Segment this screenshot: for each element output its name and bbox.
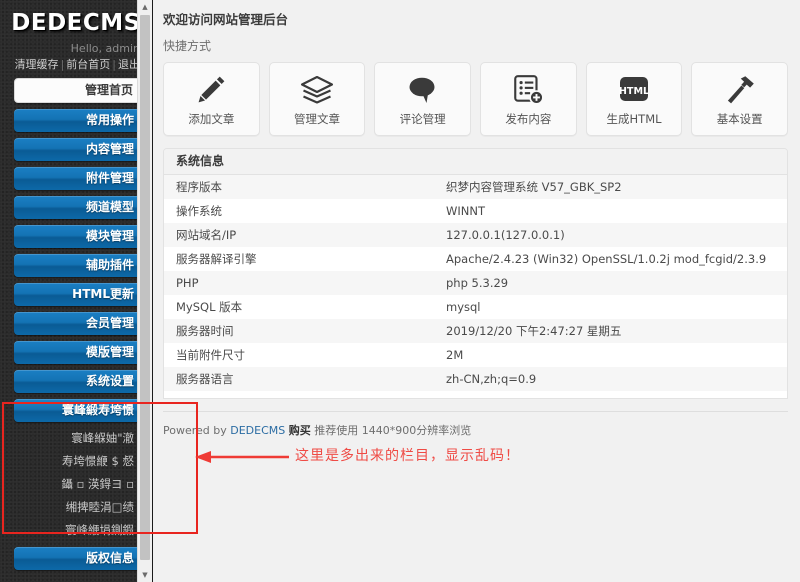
panel-title: 系统信息	[164, 149, 787, 175]
shortcut-label: 管理文章	[294, 112, 340, 126]
table-row: 服务器解译引擎 Apache/2.4.23 (Win32) OpenSSL/1.…	[164, 247, 787, 271]
sidebar-item-copyright-info[interactable]: 版权信息	[14, 547, 144, 570]
admin-page: DEDECMS Hello, admin 清理缓存 | 前台首页 | 退出 管理首页 常…	[0, 0, 800, 582]
sidebar-item-garbled-header[interactable]: 寰峰緞寿垮憬	[14, 399, 144, 422]
powered-by-text: Powered by	[163, 424, 227, 437]
row-key: 服务器语言	[176, 372, 234, 386]
row-value: 2019/12/20 下午2:47:27 星期五	[446, 324, 622, 338]
table-row: 程序版本 织梦内容管理系统 V57_GBK_SP2	[164, 175, 787, 199]
hammer-icon	[723, 71, 757, 109]
sidebar-subitem-garbled-5[interactable]: 寰峰緶埍鍘鍜	[14, 520, 144, 540]
sidebar-item-member-mgmt[interactable]: 会员管理	[14, 312, 144, 335]
sidebar-scrollbar[interactable]: ▲ ▼	[137, 0, 152, 582]
shortcut-add-article[interactable]: 添加文章	[163, 62, 260, 136]
sidebar-menu: 管理首页 常用操作 内容管理 附件管理 频道模型 模块管理 辅助插件 HTML更…	[0, 78, 152, 570]
sidebar-item-module-mgmt[interactable]: 模块管理	[14, 225, 144, 248]
sidebar-subitem-garbled-1[interactable]: 寰峰緥妯"澈	[14, 428, 144, 448]
scroll-down-arrow-icon[interactable]: ▼	[138, 568, 152, 582]
table-row: MySQL 版本 mysql	[164, 295, 787, 319]
greeting-text: Hello, admin	[70, 42, 140, 55]
table-row: 网站域名/IP 127.0.0.1(127.0.0.1)	[164, 223, 787, 247]
table-row: 服务器时间 2019/12/20 下午2:47:27 星期五	[164, 319, 787, 343]
row-value: php 5.3.29	[446, 276, 509, 290]
row-key: MySQL 版本	[176, 300, 243, 314]
shortcuts-label: 快捷方式	[163, 39, 212, 53]
sidebar-item-template-mgmt[interactable]: 模版管理	[14, 341, 144, 364]
shortcut-manage-article[interactable]: 管理文章	[268, 62, 366, 136]
shortcut-label: 基本设置	[716, 112, 763, 126]
shortcut-comment-mgmt[interactable]: 评论管理	[374, 62, 472, 136]
sidebar-item-html-update[interactable]: HTML更新	[14, 283, 144, 306]
sidebar: DEDECMS Hello, admin 清理缓存 | 前台首页 | 退出 管理首页 常…	[0, 0, 153, 582]
sidebar-item-system-settings[interactable]: 系统设置	[14, 370, 144, 393]
buy-link[interactable]: 购买	[289, 424, 311, 437]
row-value: Apache/2.4.23 (Win32) OpenSSL/1.0.2j mod…	[446, 252, 767, 266]
table-row: PHP php 5.3.29	[164, 271, 787, 295]
row-value: zh-CN,zh;q=0.9	[446, 372, 537, 386]
table-row: 服务器语言 zh-CN,zh;q=0.9	[164, 367, 787, 391]
panel-bottom-spacer	[164, 391, 787, 398]
clear-cache-link[interactable]: 清理缓存	[15, 58, 59, 71]
main-header: 欢迎访问网站管理后台 快捷方式	[153, 0, 800, 54]
sidebar-item-common-ops[interactable]: 常用操作	[14, 109, 144, 132]
row-value: 织梦内容管理系统 V57_GBK_SP2	[446, 180, 622, 194]
brand-logo: DEDECMS	[11, 10, 141, 36]
row-value: 127.0.0.1(127.0.0.1)	[446, 228, 565, 242]
row-value: mysql	[446, 300, 481, 314]
sidebar-subitem-garbled-3[interactable]: 鑷 ▫ 渶鍀ヨ ▫	[14, 474, 144, 494]
sidebar-subitem-garbled-4[interactable]: 缃捭睦涓□绩	[14, 497, 144, 517]
system-info-table: 程序版本 织梦内容管理系统 V57_GBK_SP2 操作系统 WINNT 网站域…	[164, 175, 787, 391]
main-content: 欢迎访问网站管理后台 快捷方式 添加文章 管理文章 评论管理 发布内容 HTML…	[153, 0, 800, 582]
row-key: 服务器时间	[176, 324, 234, 338]
shortcut-cards: 添加文章 管理文章 评论管理 发布内容 HTML 生成HTML 基本设置	[153, 62, 800, 136]
garbled-menu-group: 寰峰緞寿垮憬 寰峰緥妯"澈 寿垮憬緶 $ 惄 鑷 ▫ 渶鍀ヨ ▫ 缃捭睦涓□绩 …	[14, 399, 144, 540]
sidebar-item-plugins[interactable]: 辅助插件	[14, 254, 144, 277]
comment-bubble-icon	[405, 71, 441, 109]
row-value: WINNT	[446, 204, 485, 218]
scrollbar-thumb[interactable]	[140, 15, 150, 560]
front-home-link[interactable]: 前台首页	[66, 58, 110, 71]
row-key: 程序版本	[176, 180, 222, 194]
html-badge-icon: HTML	[617, 71, 651, 109]
row-key: 操作系统	[176, 204, 222, 218]
shortcut-generate-html[interactable]: HTML 生成HTML	[585, 62, 683, 136]
shortcut-publish-content[interactable]: 发布内容	[480, 62, 577, 136]
row-key: 网站域名/IP	[176, 228, 237, 242]
table-row: 当前附件尺寸 2M	[164, 343, 787, 367]
user-links: 清理缓存 | 前台首页 | 退出	[0, 56, 152, 78]
shortcut-label: 生成HTML	[606, 112, 662, 126]
row-key: PHP	[176, 276, 199, 290]
footer: Powered by DEDECMS 购买 推荐使用 1440*900分辨率浏览	[153, 412, 800, 438]
dedecms-link[interactable]: DEDECMS	[230, 424, 285, 437]
link-separator-2: |	[112, 58, 116, 71]
recommend-text: 推荐使用 1440*900分辨率浏览	[314, 424, 472, 437]
row-key: 当前附件尺寸	[176, 348, 245, 362]
shortcut-label: 添加文章	[188, 112, 235, 126]
sidebar-item-content-mgmt[interactable]: 内容管理	[14, 138, 144, 161]
system-info-panel: 系统信息 程序版本 织梦内容管理系统 V57_GBK_SP2 操作系统 WINN…	[163, 148, 788, 399]
sidebar-item-admin-home[interactable]: 管理首页	[14, 78, 144, 103]
sidebar-item-attachment-mgmt[interactable]: 附件管理	[14, 167, 144, 190]
sidebar-item-channel-model[interactable]: 频道模型	[14, 196, 144, 219]
scroll-up-arrow-icon[interactable]: ▲	[138, 0, 152, 14]
shortcut-basic-settings[interactable]: 基本设置	[691, 62, 789, 136]
html-badge-text: HTML	[619, 86, 649, 97]
pencil-icon	[194, 71, 228, 109]
shortcut-label: 评论管理	[399, 112, 446, 126]
link-separator-1: |	[60, 58, 65, 71]
list-add-icon	[511, 71, 545, 109]
row-value: 2M	[446, 348, 464, 362]
stack-icon	[299, 71, 335, 109]
row-key: 服务器解译引擎	[176, 252, 257, 266]
page-title: 欢迎访问网站管理后台	[163, 12, 289, 27]
table-row: 操作系统 WINNT	[164, 199, 787, 223]
sidebar-subitem-garbled-2[interactable]: 寿垮憬緶 $ 惄	[14, 451, 144, 471]
shortcut-label: 发布内容	[505, 112, 552, 126]
